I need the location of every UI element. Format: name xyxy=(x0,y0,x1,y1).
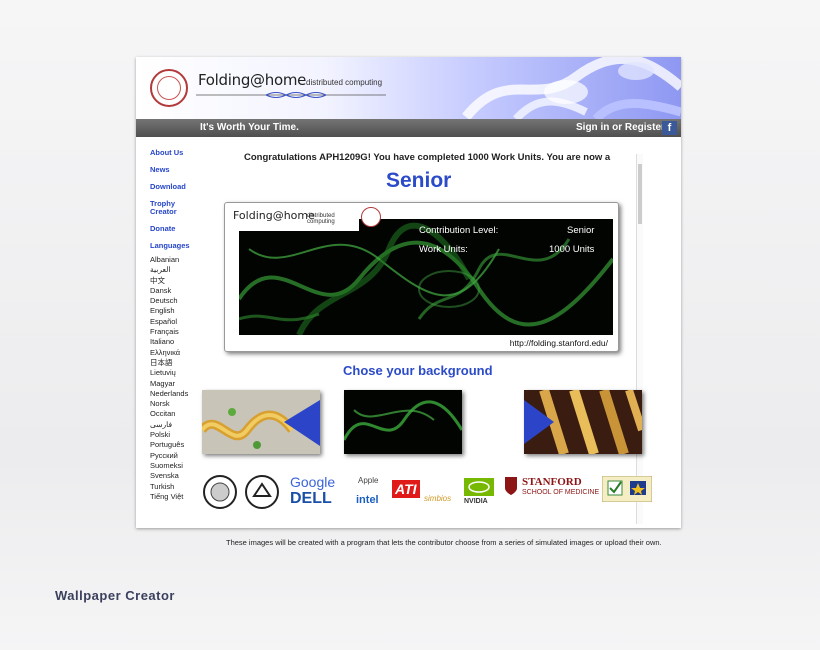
ati-logo: ATI xyxy=(392,480,420,498)
language-item[interactable]: Polski xyxy=(150,430,210,440)
protein-ribbon-art xyxy=(462,57,681,119)
language-item[interactable]: Occitan xyxy=(150,409,210,419)
signin-link[interactable]: Sign in or Register xyxy=(576,122,665,133)
page-title: Wallpaper Creator xyxy=(55,588,175,603)
language-item[interactable]: Русский xyxy=(150,451,210,461)
card-url: http://folding.stanford.edu/ xyxy=(509,338,608,348)
scrollbar-thumb[interactable] xyxy=(638,164,642,224)
background-option-2[interactable] xyxy=(344,390,462,454)
sidebar-item-trophy-creator[interactable]: Trophy Creator xyxy=(150,200,184,216)
language-item[interactable]: 日本語 xyxy=(150,358,210,368)
sponsor-logos: Google DELL Apple intel ATI simbios NVID… xyxy=(198,472,658,512)
apple-logo: Apple xyxy=(358,476,379,485)
language-item[interactable]: Dansk xyxy=(150,286,210,296)
sponsor-badge-icon xyxy=(602,476,652,502)
language-item[interactable]: Norsk xyxy=(150,399,210,409)
choose-background-title: Chose your background xyxy=(343,363,493,378)
vertical-scrollbar[interactable] xyxy=(636,154,643,524)
background-option-3[interactable] xyxy=(524,390,642,454)
language-item[interactable]: Deutsch xyxy=(150,296,210,306)
languages-heading: Languages xyxy=(150,241,190,250)
green-protein-thumbnail xyxy=(344,390,462,454)
work-units-label: Work Units: xyxy=(419,244,468,255)
language-item[interactable]: Italiano xyxy=(150,337,210,347)
language-item[interactable]: فارسی xyxy=(150,420,210,430)
image-caption: These images will be created with a prog… xyxy=(226,538,662,547)
work-units-value: 1000 Units xyxy=(549,244,595,255)
card-brand: Folding@home xyxy=(233,209,315,222)
language-item[interactable]: Français xyxy=(150,327,210,337)
google-logo: Google xyxy=(290,474,336,490)
card-brand-sub: distributed computing xyxy=(307,213,335,225)
sidebar-item-news[interactable]: News xyxy=(150,166,210,174)
congrats-message: Congratulations APH1209G! You have compl… xyxy=(244,152,611,163)
language-item[interactable]: Português xyxy=(150,440,210,450)
gold-ribbon-thumbnail xyxy=(524,390,642,454)
contribution-value: Senior xyxy=(567,225,595,236)
language-list: Albanian العربية 中文 Dansk Deutsch English Espa… xyxy=(150,255,210,502)
sidebar-nav: About Us News Download Trophy Creator Do… xyxy=(150,149,210,502)
website-screenshot: Folding@home distributed computing It's … xyxy=(136,57,681,528)
language-item[interactable]: العربية xyxy=(150,265,210,275)
site-toolbar: It's Worth Your Time. Sign in or Registe… xyxy=(136,119,681,137)
site-brand-sub: distributed computing xyxy=(306,78,383,87)
nsf-seal-icon xyxy=(203,475,237,509)
intel-logo: intel xyxy=(356,494,379,506)
language-item[interactable]: Suomeksi xyxy=(150,461,210,471)
tagline: It's Worth Your Time. xyxy=(200,122,299,133)
wallpaper-preview-card: Contribution Level: Senior Work Units: 1… xyxy=(224,202,619,352)
language-item[interactable]: Nederlands xyxy=(150,389,210,399)
stanford-seal-icon xyxy=(150,69,188,107)
facebook-icon[interactable]: f xyxy=(662,121,677,135)
card-seal-icon xyxy=(361,207,381,227)
language-item[interactable]: Ελληνικά xyxy=(150,348,210,358)
wallpaper-background-image: Contribution Level: Senior Work Units: 1… xyxy=(239,219,613,335)
language-item[interactable]: Albanian xyxy=(150,255,210,265)
sidebar-item-about[interactable]: About Us xyxy=(150,149,210,157)
simbios-logo: simbios xyxy=(424,494,452,503)
dna-wave-icon xyxy=(196,92,386,98)
language-item[interactable]: Español xyxy=(150,317,210,327)
contribution-label: Contribution Level: xyxy=(419,225,499,236)
site-header: Folding@home distributed computing xyxy=(136,57,681,119)
background-option-1[interactable] xyxy=(202,390,320,454)
nvidia-eye-icon xyxy=(464,478,494,496)
stanford-medicine-logo: SCHOOL OF MEDICINE xyxy=(522,489,600,496)
site-brand[interactable]: Folding@home xyxy=(198,71,306,89)
nih-seal-icon xyxy=(245,475,279,509)
green-protein-art xyxy=(239,219,613,335)
nvidia-logo: NVIDIA xyxy=(464,498,488,505)
helix-thumbnail xyxy=(202,390,320,454)
dell-logo: DELL xyxy=(290,490,332,507)
language-item[interactable]: English xyxy=(150,306,210,316)
sidebar-item-donate[interactable]: Donate xyxy=(150,225,210,233)
language-item[interactable]: Lietuvių xyxy=(150,368,210,378)
language-item[interactable]: Magyar xyxy=(150,379,210,389)
language-item[interactable]: 中文 xyxy=(150,276,210,286)
card-logo: Folding@home distributed computing xyxy=(229,205,359,231)
sidebar-item-download[interactable]: Download xyxy=(150,183,210,191)
level-title: Senior xyxy=(386,169,452,192)
stanford-logo: STANFORD xyxy=(522,476,582,488)
stanford-shield-icon xyxy=(505,477,517,495)
